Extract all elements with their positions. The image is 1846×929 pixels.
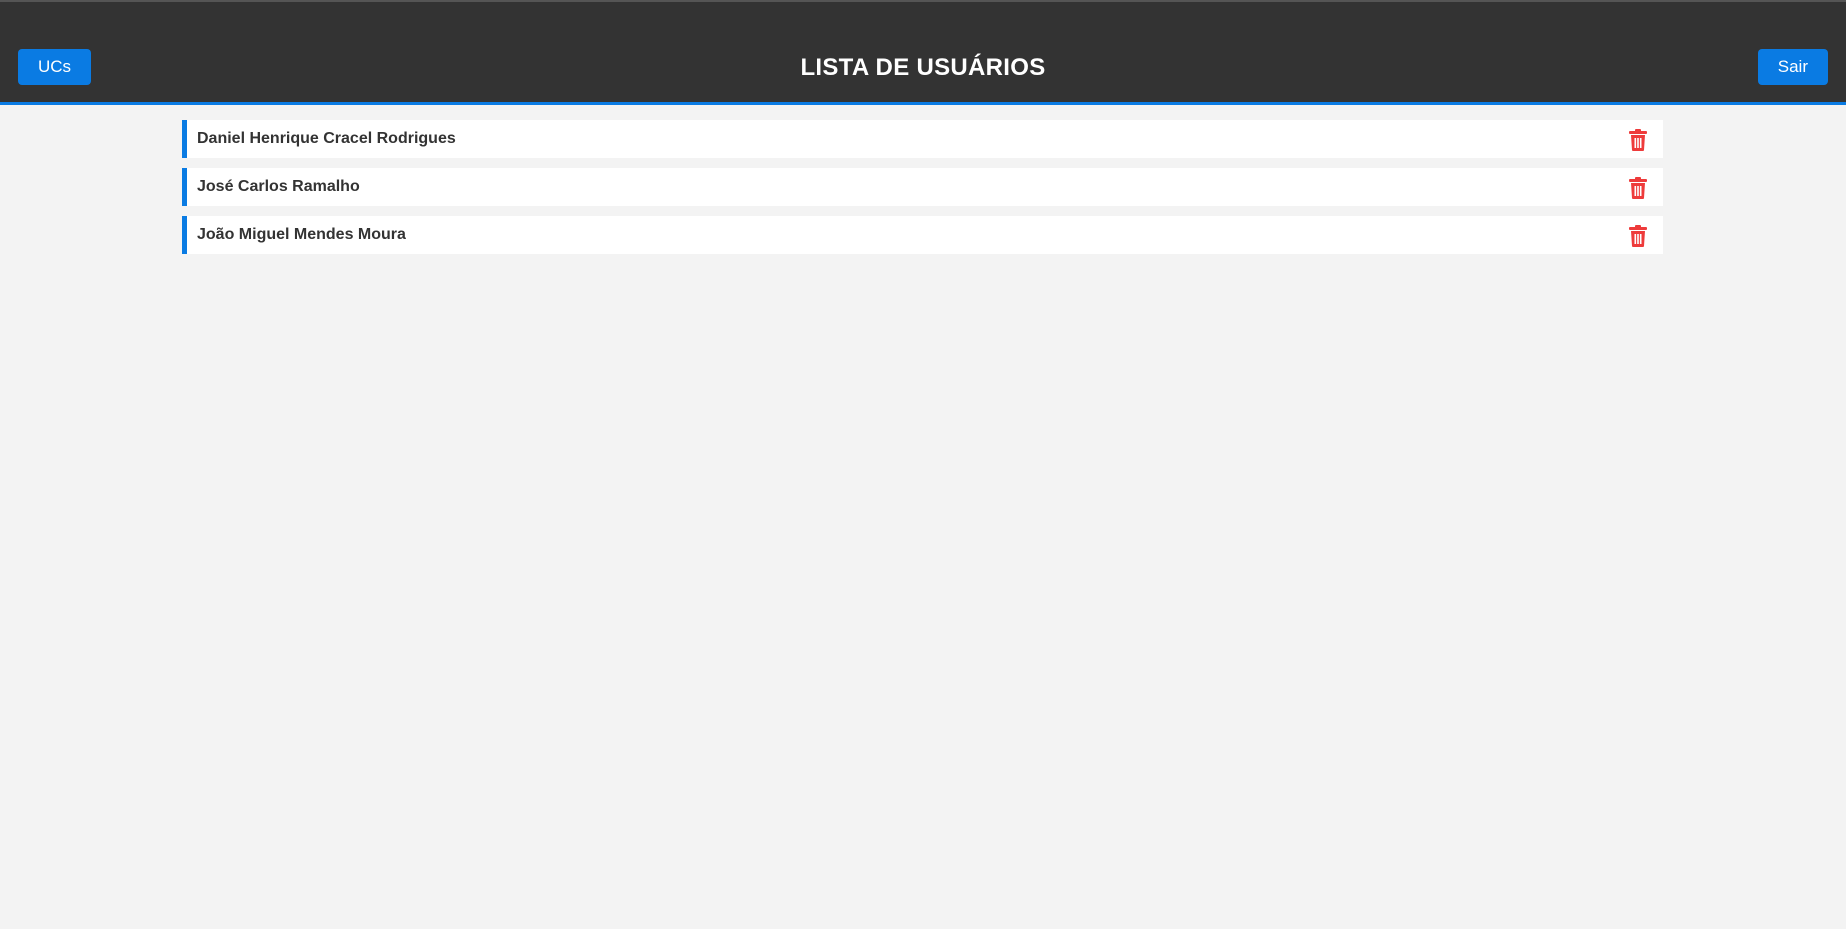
list-item: Daniel Henrique Cracel Rodrigues: [182, 120, 1663, 158]
trash-icon[interactable]: [1626, 176, 1650, 200]
list-item: José Carlos Ramalho: [182, 168, 1663, 206]
user-name: Daniel Henrique Cracel Rodrigues: [197, 130, 456, 147]
user-list: Daniel Henrique Cracel Rodrigues José Ca…: [182, 120, 1663, 264]
user-name: João Miguel Mendes Moura: [197, 226, 406, 243]
list-item: João Miguel Mendes Moura: [182, 216, 1663, 254]
app-header: UCs LISTA DE USUÁRIOS Sair: [0, 2, 1846, 105]
logout-button[interactable]: Sair: [1757, 49, 1828, 85]
user-name: José Carlos Ramalho: [197, 178, 360, 195]
trash-icon[interactable]: [1626, 128, 1650, 152]
trash-icon[interactable]: [1626, 224, 1650, 248]
page-title: LISTA DE USUÁRIOS: [800, 54, 1046, 81]
